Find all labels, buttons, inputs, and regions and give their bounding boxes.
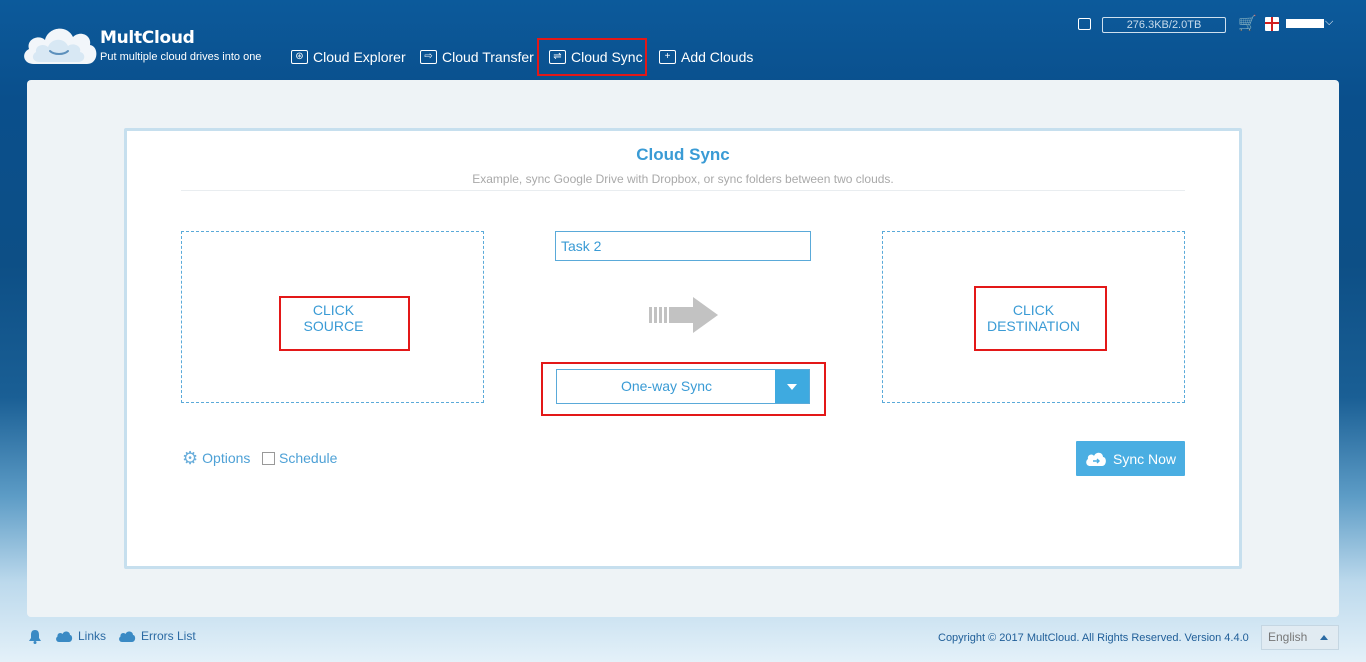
cloud-link-icon bbox=[56, 630, 73, 642]
chart-icon[interactable] bbox=[1078, 18, 1091, 30]
links-button[interactable]: Links bbox=[55, 629, 106, 643]
notifications-button[interactable] bbox=[28, 629, 42, 644]
gear-icon: ⚙ bbox=[182, 448, 199, 468]
options-label: Options bbox=[202, 450, 251, 466]
click-source-label[interactable]: CLICK SOURCE bbox=[281, 302, 386, 334]
page-subtitle: Example, sync Google Drive with Dropbox,… bbox=[472, 172, 894, 186]
options-link[interactable]: ⚙ Options bbox=[182, 449, 250, 467]
nav-cloud-explorer-label: Cloud Explorer bbox=[313, 49, 406, 65]
nav-cloud-explorer[interactable]: ⊛ Cloud Explorer bbox=[291, 38, 406, 76]
usage-indicator[interactable]: 276.3KB/2.0TB bbox=[1102, 17, 1226, 33]
page-title: Cloud Sync bbox=[636, 145, 730, 164]
header: MultCloud Put multiple cloud drives into… bbox=[0, 0, 1366, 80]
nav-cloud-sync-label: Cloud Sync bbox=[571, 49, 643, 65]
cloud-sync-icon bbox=[1086, 452, 1106, 466]
sync-mode-select[interactable]: One-way Sync bbox=[556, 369, 810, 404]
schedule-toggle[interactable]: Schedule bbox=[262, 450, 337, 466]
sync-now-button[interactable]: Sync Now bbox=[1076, 441, 1185, 476]
sync-icon: ⇌ bbox=[549, 50, 566, 64]
cloud-explorer-icon: ⊛ bbox=[291, 50, 308, 64]
sync-direction-arrow-icon bbox=[649, 297, 718, 333]
gift-icon[interactable] bbox=[1265, 17, 1279, 31]
language-select[interactable]: English bbox=[1261, 625, 1339, 650]
divider bbox=[181, 190, 1185, 191]
cloud-error-icon bbox=[119, 630, 136, 642]
multcloud-logo-icon[interactable] bbox=[20, 18, 100, 68]
schedule-label: Schedule bbox=[279, 450, 338, 466]
cart-icon[interactable]: 🛒 bbox=[1238, 16, 1257, 32]
errors-list-button[interactable]: Errors List bbox=[118, 629, 196, 643]
nav-add-clouds-label: Add Clouds bbox=[681, 49, 754, 65]
chevron-down-icon[interactable]: ⌵ bbox=[1325, 16, 1333, 29]
brand-name[interactable]: MultCloud bbox=[100, 28, 195, 48]
nav-cloud-sync[interactable]: ⇌ Cloud Sync bbox=[549, 38, 643, 76]
bell-icon bbox=[29, 630, 41, 644]
errors-list-label: Errors List bbox=[141, 629, 196, 643]
schedule-checkbox[interactable] bbox=[262, 451, 275, 465]
add-icon: + bbox=[659, 50, 676, 64]
brand-tagline: Put multiple cloud drives into one bbox=[100, 51, 262, 63]
nav-cloud-transfer-label: Cloud Transfer bbox=[442, 49, 534, 65]
nav-add-clouds[interactable]: + Add Clouds bbox=[659, 38, 753, 76]
sync-mode-value: One-way Sync bbox=[620, 378, 713, 394]
nav-cloud-transfer[interactable]: ⇨ Cloud Transfer bbox=[420, 38, 534, 76]
transfer-icon: ⇨ bbox=[420, 50, 437, 64]
sync-now-label: Sync Now bbox=[1112, 450, 1177, 467]
click-destination-label[interactable]: CLICK DESTINATION bbox=[976, 302, 1091, 334]
copyright-text: Copyright © 2017 MultCloud. All Rights R… bbox=[938, 632, 1249, 644]
chevron-down-icon[interactable] bbox=[775, 370, 809, 403]
links-label: Links bbox=[78, 629, 107, 643]
user-name-redacted[interactable] bbox=[1286, 19, 1324, 28]
task-name-input[interactable] bbox=[555, 231, 811, 261]
